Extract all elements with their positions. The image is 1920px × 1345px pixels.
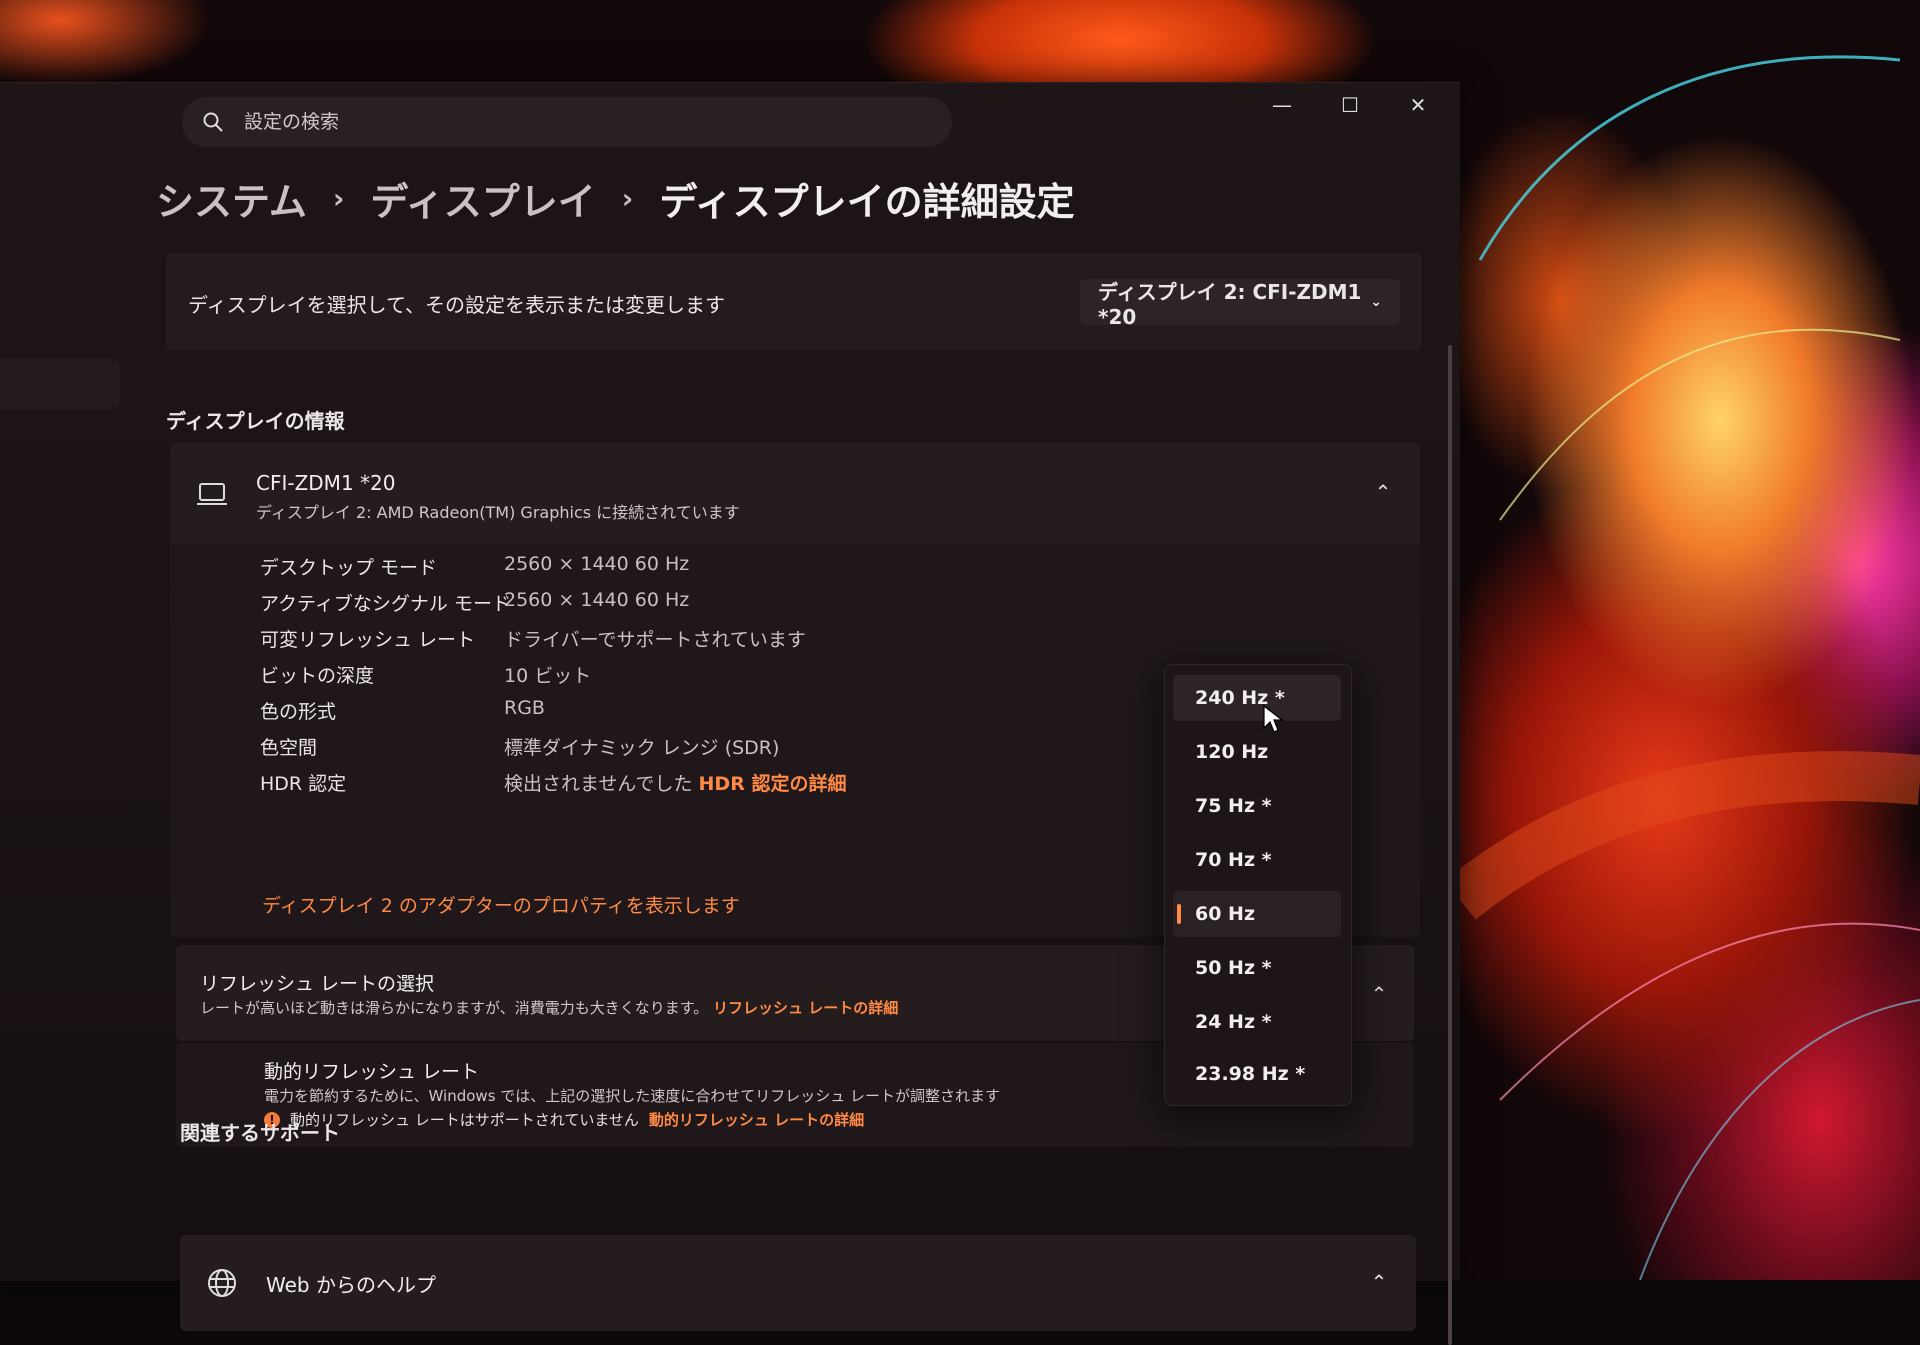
chevron-right-icon: ›	[621, 182, 634, 215]
property-value: 標準ダイナミック レンジ (SDR)	[504, 737, 780, 759]
chevron-right-icon: ›	[332, 182, 345, 215]
dynamic-refresh-description: 電力を節約するために、Windows では、上記の選択した速度に合わせてリフレッ…	[264, 1087, 1001, 1105]
refresh-option[interactable]: 50 Hz *	[1173, 945, 1341, 991]
web-help-label: Web からのヘルプ	[266, 1273, 436, 1297]
close-icon[interactable]: ✕	[1406, 93, 1430, 117]
related-support-heading: 関連するサポート	[180, 1121, 340, 1145]
display-select-card: ディスプレイを選択して、その設定を表示または変更します ディスプレイ 2: CF…	[166, 253, 1422, 351]
property-value: ドライバーでサポートされています	[504, 629, 806, 651]
property-key: 色の形式	[260, 701, 337, 723]
display-select-dropdown[interactable]: ディスプレイ 2: CFI-ZDM1 *20 ⌄	[1080, 279, 1400, 329]
search-input[interactable]	[242, 110, 846, 134]
property-value: 検出されませんでした HDR 認定の詳細	[504, 769, 846, 796]
display-info-heading: ディスプレイの情報	[166, 409, 345, 433]
search-box[interactable]	[182, 97, 952, 147]
breadcrumb: システム › ディスプレイ › ディスプレイの詳細設定	[156, 171, 1075, 226]
mouse-pointer-icon	[1263, 704, 1284, 733]
monitor-name: CFI-ZDM1 *20	[256, 471, 396, 495]
property-key: HDR 認定	[260, 773, 347, 795]
refresh-rate-title: リフレッシュ レートの選択	[200, 973, 435, 995]
property-value: RGB	[504, 697, 545, 719]
monitor-connection: ディスプレイ 2: AMD Radeon(TM) Graphics に接続されて…	[256, 503, 740, 522]
chevron-down-icon: ⌄	[1370, 294, 1382, 310]
chevron-up-icon[interactable]: ⌃	[1372, 481, 1394, 503]
dynamic-refresh-title: 動的リフレッシュ レート	[264, 1061, 480, 1083]
refresh-option[interactable]: 24 Hz *	[1173, 999, 1341, 1045]
refresh-option[interactable]: 240 Hz *	[1173, 675, 1341, 721]
refresh-option[interactable]: 75 Hz *	[1173, 783, 1341, 829]
refresh-option[interactable]: 23.98 Hz *	[1173, 1051, 1341, 1097]
scrollbar[interactable]	[1448, 345, 1452, 1345]
refresh-option-selected[interactable]: 60 Hz	[1173, 891, 1341, 937]
adapter-properties-link[interactable]: ディスプレイ 2 のアダプターのプロパティを表示します	[262, 891, 740, 918]
refresh-rate-flyout: 240 Hz * 120 Hz 75 Hz * 70 Hz * 60 Hz 50…	[1164, 664, 1352, 1106]
search-icon	[203, 112, 223, 132]
hdr-status: 検出されませんでした	[504, 773, 693, 795]
dynamic-refresh-warning: ! 動的リフレッシュ レートはサポートされていません 動的リフレッシュ レートの…	[264, 1109, 864, 1130]
property-key: 可変リフレッシュ レート	[260, 629, 476, 651]
dynamic-refresh-details-link[interactable]: 動的リフレッシュ レートの詳細	[649, 1109, 864, 1130]
web-help-card[interactable]: Web からのヘルプ ⌃	[180, 1235, 1416, 1331]
property-key: アクティブなシグナル モード	[260, 593, 511, 615]
minimize-icon[interactable]: —	[1270, 93, 1294, 117]
property-key: 色空間	[260, 737, 318, 759]
refresh-option[interactable]: 70 Hz *	[1173, 837, 1341, 883]
display-select-label: ディスプレイを選択して、その設定を表示または変更します	[188, 293, 725, 317]
refresh-rate-description: レートが高いほど動きは滑らかになりますが、消費電力も大きくなります。 リフレッシ…	[200, 997, 898, 1018]
refresh-option-label: 60 Hz	[1195, 903, 1256, 925]
hdr-details-link[interactable]: HDR 認定の詳細	[699, 773, 847, 795]
display-select-value: ディスプレイ 2: CFI-ZDM1 *20	[1098, 279, 1362, 329]
chevron-up-icon[interactable]: ⌃	[1368, 1271, 1390, 1293]
property-key: デスクトップ モード	[260, 557, 438, 579]
breadcrumb-system[interactable]: システム	[156, 171, 307, 226]
refresh-rate-details-link[interactable]: リフレッシュ レートの詳細	[713, 999, 898, 1017]
property-value: 10 ビット	[504, 665, 592, 687]
display-info-header[interactable]: CFI-ZDM1 *20 ディスプレイ 2: AMD Radeon(TM) Gr…	[170, 443, 1420, 543]
maximize-icon[interactable]: ☐	[1338, 93, 1362, 117]
breadcrumb-display[interactable]: ディスプレイ	[370, 171, 595, 226]
chevron-up-icon[interactable]: ⌃	[1368, 983, 1390, 1005]
warning-text: 動的リフレッシュ レートはサポートされていません	[290, 1111, 639, 1129]
selection-marker	[1177, 904, 1181, 924]
window-controls: — ☐ ✕	[1270, 93, 1430, 117]
nav-selected-item[interactable]	[0, 359, 120, 409]
globe-icon	[208, 1269, 236, 1297]
property-value: 2560 × 1440 60 Hz	[504, 589, 690, 611]
refresh-rate-desc-text: レートが高いほど動きは滑らかになりますが、消費電力も大きくなります。	[200, 999, 709, 1017]
laptop-icon	[197, 483, 227, 505]
refresh-option[interactable]: 120 Hz	[1173, 729, 1341, 775]
property-value: 2560 × 1440 60 Hz	[504, 553, 690, 575]
page-title: ディスプレイの詳細設定	[659, 180, 1075, 224]
property-key: ビットの深度	[260, 665, 375, 687]
